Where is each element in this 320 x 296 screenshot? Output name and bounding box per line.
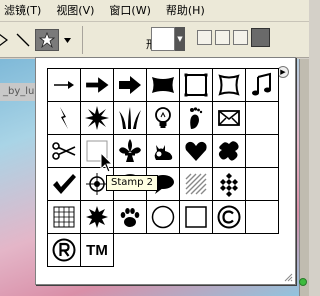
polygon-tool-icon[interactable]	[0, 29, 10, 51]
toolbar-divider	[82, 26, 83, 54]
intersect-shape-icon[interactable]	[233, 30, 248, 45]
starburst-icon	[85, 106, 109, 130]
shape-diagonal-stripes[interactable]	[180, 168, 213, 201]
custom-shape-tool-button[interactable]	[35, 29, 59, 51]
chevron-down-icon[interactable]	[62, 29, 72, 51]
envelope-icon	[218, 110, 240, 126]
shape-fleur-de-lis[interactable]	[114, 135, 147, 168]
shape-starburst[interactable]	[81, 102, 114, 135]
shape-square[interactable]	[180, 201, 213, 234]
shape-grass[interactable]	[114, 102, 147, 135]
shape-checkmark[interactable]	[48, 168, 81, 201]
paw-icon	[120, 208, 140, 227]
right-panel-edge	[299, 59, 309, 296]
registered-icon	[52, 238, 76, 262]
frame-rounded-icon	[218, 74, 240, 96]
shape-trademark[interactable]: TM	[81, 234, 114, 267]
arrow-thin-icon	[54, 81, 74, 89]
subtract-shape-icon[interactable]	[215, 30, 230, 45]
shape-foot[interactable]	[180, 102, 213, 135]
lightbulb-icon	[155, 107, 171, 128]
mouse-cursor-icon	[100, 152, 114, 173]
frame-square-icon	[184, 73, 208, 97]
square-icon	[185, 206, 207, 228]
shape-lightbulb[interactable]	[147, 102, 180, 135]
circle-icon	[151, 205, 175, 229]
lightning-icon	[60, 107, 68, 129]
menu-filter[interactable]: 滤镜(T)	[0, 0, 50, 22]
arrow-medium-icon	[86, 77, 109, 93]
shape-scissors[interactable]	[48, 135, 81, 168]
menu-view[interactable]: 视图(V)	[50, 0, 103, 22]
shape-heart[interactable]	[180, 135, 213, 168]
document-tab[interactable]: _by_lu	[0, 83, 40, 101]
burst-icon	[86, 206, 108, 228]
custom-shape-picker: ▶ TM	[35, 57, 296, 285]
foot-icon	[190, 107, 203, 129]
shape-arrow-thin[interactable]	[48, 69, 81, 102]
line-tool-icon[interactable]	[14, 29, 32, 51]
copyright-icon	[217, 205, 241, 229]
exclude-shape-icon[interactable]	[251, 28, 270, 47]
shape-burst[interactable]	[81, 201, 114, 234]
shape-paw[interactable]	[114, 201, 147, 234]
shape-lightning[interactable]	[48, 102, 81, 135]
shape-grid: TM	[47, 68, 279, 267]
shape-frame-rounded[interactable]	[213, 69, 246, 102]
resize-grip-icon[interactable]	[283, 272, 293, 282]
heart-icon	[185, 141, 207, 161]
menu-bar: 滤镜(T) 视图(V) 窗口(W) 帮助(H)	[0, 0, 309, 22]
grass-icon	[119, 107, 141, 129]
checker-icon	[220, 173, 238, 197]
diagonal-stripes-icon	[185, 173, 207, 195]
shape-circle[interactable]	[147, 201, 180, 234]
shape-registered[interactable]	[48, 234, 81, 267]
options-bar: 形状: ▼	[0, 22, 309, 58]
shape-empty-4	[246, 201, 279, 234]
blob-icon	[218, 141, 239, 161]
shape-empty-1	[246, 102, 279, 135]
shape-music-notes[interactable]	[246, 69, 279, 102]
shape-banner[interactable]	[147, 69, 180, 102]
shape-grid[interactable]	[48, 201, 81, 234]
add-to-shape-icon[interactable]	[197, 30, 212, 45]
shape-cat[interactable]	[147, 135, 180, 168]
shape-empty-2	[246, 135, 279, 168]
grid-icon	[53, 206, 75, 228]
shape-swatch[interactable]	[151, 27, 175, 51]
cat-icon	[154, 145, 173, 160]
shape-frame-square[interactable]	[180, 69, 213, 102]
banner-icon	[152, 77, 174, 93]
shape-copyright[interactable]	[213, 201, 246, 234]
status-dot-icon	[299, 278, 307, 286]
menu-window[interactable]: 窗口(W)	[103, 0, 159, 22]
shape-arrow-medium[interactable]	[81, 69, 114, 102]
shape-envelope[interactable]	[213, 102, 246, 135]
tm-text: TM	[86, 241, 108, 259]
shape-checker[interactable]	[213, 168, 246, 201]
scissors-icon	[52, 142, 76, 160]
custom-shape-icon	[38, 31, 56, 49]
shape-tooltip: Stamp 2	[106, 175, 159, 191]
arrow-bold-icon	[119, 76, 141, 94]
menu-help[interactable]: 帮助(H)	[160, 0, 214, 22]
shape-dropdown-icon[interactable]: ▼	[175, 27, 185, 51]
music-notes-icon	[252, 72, 271, 96]
checkmark-icon	[53, 174, 76, 194]
shape-blob[interactable]	[213, 135, 246, 168]
shape-arrow-bold[interactable]	[114, 69, 147, 102]
fleur-de-lis-icon	[119, 139, 141, 162]
shape-empty-3	[246, 168, 279, 201]
